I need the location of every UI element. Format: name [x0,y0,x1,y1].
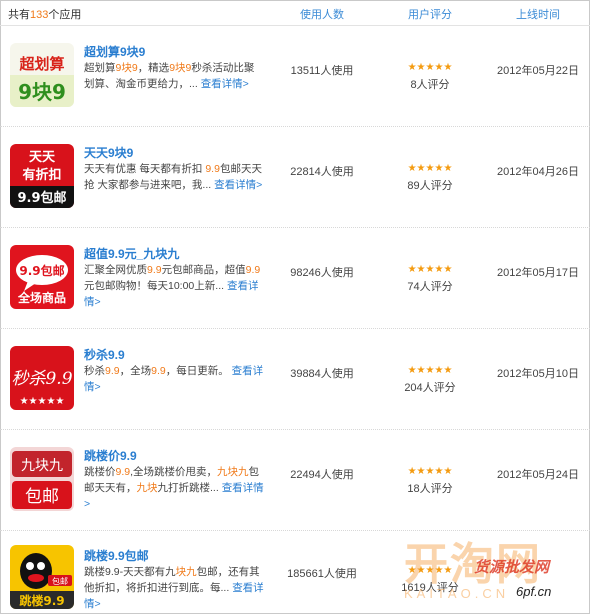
rating-stars: ★★★★★ [407,365,453,376]
svg-text:包邮: 包邮 [25,487,59,507]
app-description: 汇聚全网优质9.9元包邮商品，超值9.9元包邮购物！每天10:00上新... 查… [84,264,261,308]
star-icon: ★★★★★ [20,396,65,407]
view-details-link[interactable]: 查看详情> [201,78,249,90]
rating-stars: ★★★★★ [407,163,453,174]
list-header: 共有133个应用 使用人数 用户评分 上线时间 [0,0,590,26]
app-description: 秒杀9.9，全场9.9，每日更新。 查看详情> [84,365,264,393]
svg-text:九块九: 九块九 [21,458,63,474]
svg-text:9.9包邮: 9.9包邮 [19,263,64,278]
app-name-link[interactable]: 秒杀9.9 [84,346,125,363]
launch-date: 2012年05月10日 [497,368,579,380]
user-count: 185661人使用 [287,568,357,580]
svg-text:9.9包邮: 9.9包邮 [17,190,66,206]
rating-count: 74人评分 [407,281,453,293]
svg-text:全场商品: 全场商品 [17,290,66,305]
sort-by-rating[interactable]: 用户评分 [380,6,480,22]
app-name-link[interactable]: 跳楼9.9包邮 [84,547,149,564]
app-description: 天天有优惠 每天都有折扣 9.9包邮天天抢 大家都参与进来吧，我... 查看详情… [84,163,263,191]
user-count: 98246人使用 [290,267,354,279]
baoyou-quanchang-icon[interactable]: 9.9包邮 全场商品 [10,245,74,309]
jiukuaijiu-icon[interactable]: 九块九 包邮 [10,447,74,511]
tiantian-icon[interactable]: 天天 有折扣 9.9包邮 [10,144,74,208]
rating-count: 204人评分 [404,382,456,394]
icon-label: 9块9 [18,80,66,104]
icon-label: 超划算 [18,55,64,73]
svg-text:有折扣: 有折扣 [22,167,61,183]
rating-count: 18人评分 [407,483,453,495]
list-item: 秒杀9.9 ★★★★★ 秒杀9.9 秒杀9.9，全场9.9，每日更新。 查看详情… [0,329,590,430]
app-description: 超划算9块9，精选9块9秒杀活动比聚划算、淘金币更给力，... 查看详情> [84,62,255,90]
list-item: 超划算 9块9 超划算9块9 超划算9块9，精选9块9秒杀活动比聚划算、淘金币更… [0,26,590,127]
rating-count: 8人评分 [410,79,450,91]
svg-text:跳楼9.9: 跳楼9.9 [19,593,64,608]
miaosha-icon[interactable]: 秒杀9.9 ★★★★★ [10,346,74,410]
view-details-link[interactable]: 查看详情> [214,179,262,191]
user-count: 22814人使用 [290,166,354,178]
sort-by-users[interactable]: 使用人数 [272,6,372,22]
chaohuasuan-icon[interactable]: 超划算 9块9 [10,43,74,107]
launch-date: 2012年05月17日 [497,267,579,279]
list-item: 9.9包邮 全场商品 超值9.9元_九块九 汇聚全网优质9.9元包邮商品，超值9… [0,228,590,329]
app-description: 跳楼价9.9,全场跳楼价甩卖，九块九包邮天天有，九块九打折跳楼... 查看详情> [84,466,264,510]
app-name-link[interactable]: 超值9.9元_九块九 [84,245,179,262]
app-name-link[interactable]: 天天9块9 [84,144,133,161]
svg-text:包邮: 包邮 [52,576,68,586]
user-count: 39884人使用 [290,368,354,380]
list-item: 天天 有折扣 9.9包邮 天天9块9 天天有优惠 每天都有折扣 9.9包邮天天抢… [0,127,590,228]
rating-stars: ★★★★★ [407,62,453,73]
launch-date: 2012年05月22日 [497,65,579,77]
user-count: 13511人使用 [290,65,354,77]
app-name-link[interactable]: 超划算9块9 [84,43,145,60]
list-item: 九块九 包邮 跳楼价9.9 跳楼价9.9,全场跳楼价甩卖，九块九包邮天天有，九块… [0,430,590,531]
tiaolou-icon[interactable]: 包邮 跳楼9.9 [10,545,74,609]
launch-date: 2012年05月24日 [497,469,579,481]
site-watermark: 开淘网 货源批发网 KAITAO.CN 6pf.cn [404,539,552,601]
rating-stars: ★★★★★ [407,264,453,275]
launch-date: 2012年04月26日 [497,166,579,178]
svg-text:天天: 天天 [29,150,56,165]
app-description: 跳楼9.9-天天都有九块九包邮，还有其他折扣，将折扣进行到底。每... 查看详情… [84,566,264,610]
rating-count: 89人评分 [407,180,453,192]
app-name-link[interactable]: 跳楼价9.9 [84,447,137,464]
total-apps-count: 共有133个应用 [8,9,82,21]
user-count: 22494人使用 [290,469,354,481]
sort-by-date[interactable]: 上线时间 [488,6,588,22]
rating-stars: ★★★★★ [407,466,453,477]
svg-text:秒杀9.9: 秒杀9.9 [11,369,72,389]
